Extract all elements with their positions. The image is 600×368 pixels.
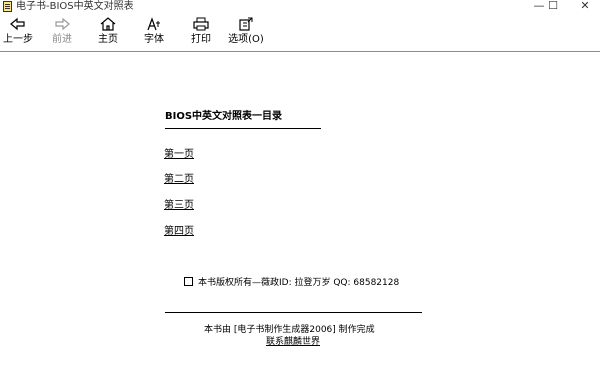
font-label: 字体 [144, 34, 164, 45]
contact-link[interactable]: 联系麒麟世界 [266, 336, 320, 348]
arrow-right-icon [55, 17, 70, 31]
print-button[interactable]: 打印 [181, 17, 221, 49]
copyright-text: 本书版权所有—薇政ID: 拉登万岁 QQ: 68582128 [198, 278, 400, 288]
toc-link-page-2[interactable]: 第二页 [164, 174, 194, 186]
home-button[interactable]: 主页 [88, 17, 128, 49]
ebook-content: BIOS中英文对照表一目录 第一页 第二页 第三页 第四页 本书版权所有—薇政I… [0, 52, 600, 368]
title-divider [165, 128, 321, 129]
font-button[interactable]: 字体 [134, 17, 174, 49]
forward-label: 前进 [52, 34, 72, 45]
copyright-notice: 本书版权所有—薇政ID: 拉登万岁 QQ: 68582128 [184, 277, 399, 289]
options-button[interactable]: 选项(O) [226, 17, 266, 49]
window-title: 电子书-BIOS中英文对照表 [16, 1, 134, 12]
toc-link-page-1[interactable]: 第一页 [164, 149, 194, 161]
back-button[interactable]: 上一步 [0, 17, 38, 49]
maximize-button[interactable]: ☐ [541, 0, 565, 13]
printer-icon [193, 17, 209, 31]
page-title: BIOS中英文对照表一目录 [165, 111, 283, 122]
options-label: 选项(O) [228, 34, 264, 45]
ebook-app-icon [3, 1, 12, 12]
font-icon [147, 17, 160, 31]
back-label: 上一步 [3, 34, 33, 45]
generator-credit: 本书由 [电子书制作生成器2006] 制作完成 [204, 325, 375, 335]
close-button[interactable]: ✕ [573, 0, 597, 13]
home-label: 主页 [98, 34, 118, 45]
print-label: 打印 [191, 34, 211, 45]
toolbar: 上一步 前进 主页 字体 打印 选项(O) [0, 13, 600, 52]
forward-button[interactable]: 前进 [42, 17, 82, 49]
home-icon [100, 17, 116, 31]
title-bar: 电子书-BIOS中英文对照表 — ☐ ✕ [0, 0, 600, 13]
toc-link-page-3[interactable]: 第三页 [164, 200, 194, 212]
footer-divider [165, 312, 422, 313]
arrow-left-icon [10, 17, 25, 31]
checkbox-icon [184, 277, 193, 286]
toc-link-page-4[interactable]: 第四页 [164, 226, 194, 238]
options-icon [239, 17, 253, 31]
